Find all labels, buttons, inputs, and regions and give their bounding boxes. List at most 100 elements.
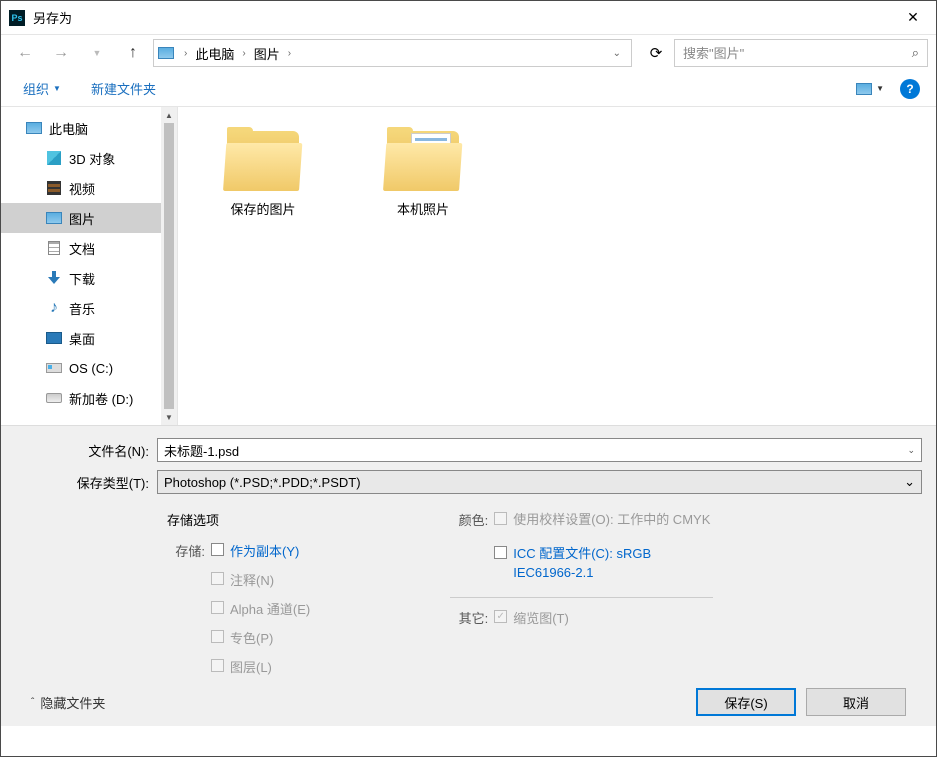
tree-item-desktop[interactable]: 桌面 (1, 323, 177, 353)
titlebar: Ps 另存为 ✕ (1, 1, 936, 35)
tree-item-video[interactable]: 视频 (1, 173, 177, 203)
dl-icon (45, 270, 63, 286)
filename-dropdown-icon[interactable]: ⌄ (907, 445, 915, 456)
tree-item-label: 下载 (69, 269, 95, 288)
drive2-icon (45, 390, 63, 406)
window-title: 另存为 (33, 8, 72, 27)
filetype-select[interactable]: Photoshop (*.PSD;*.PDD;*.PSDT) ⌄ (157, 470, 922, 494)
filetype-dropdown-icon[interactable]: ⌄ (904, 474, 915, 490)
spot-checkbox (211, 630, 224, 643)
scroll-down-icon[interactable]: ▼ (161, 409, 177, 425)
organize-menu[interactable]: 组织▼ (17, 75, 67, 102)
alpha-checkbox (211, 601, 224, 614)
tree-scrollbar[interactable]: ▲ ▼ (161, 107, 177, 425)
photoshop-icon: Ps (9, 10, 25, 26)
thumbnail-label: 缩览图(T) (513, 608, 569, 627)
doc-icon (45, 240, 63, 256)
tree-item-label: OS (C:) (69, 361, 113, 376)
drive-icon (45, 360, 63, 376)
music-icon: ♪ (45, 300, 63, 316)
tree-item-label: 新加卷 (D:) (69, 389, 133, 408)
forward-button[interactable]: → (45, 39, 77, 67)
as-copy-label: 作为副本(Y) (230, 541, 299, 560)
icc-checkbox[interactable] (494, 546, 507, 559)
options-header: 存储选项 (167, 510, 310, 529)
scroll-thumb[interactable] (164, 123, 174, 409)
proof-checkbox (494, 512, 507, 525)
cancel-button[interactable]: 取消 (806, 688, 906, 716)
refresh-button[interactable]: ⟳ (642, 39, 670, 67)
tree-item-3d[interactable]: 3D 对象 (1, 143, 177, 173)
tree-item-doc[interactable]: 文档 (1, 233, 177, 263)
chevron-right-icon[interactable]: › (180, 48, 191, 59)
scroll-up-icon[interactable]: ▲ (161, 107, 177, 123)
up-button[interactable]: ↑ (117, 39, 149, 67)
pc-icon (158, 47, 174, 59)
footer: ˆ 隐藏文件夹 保存(S) 取消 (15, 676, 922, 716)
address-dropdown-icon[interactable]: ⌄ (607, 48, 627, 59)
address-bar[interactable]: › 此电脑 › 图片 › ⌄ (153, 39, 632, 67)
search-input[interactable] (683, 46, 912, 61)
save-options: 存储选项 存储: 作为副本(Y) 注释(N) Alpha 通道(E) 专色(P) (15, 502, 922, 676)
chevron-right-icon[interactable]: › (238, 48, 249, 59)
folder-icon (223, 127, 303, 191)
close-button[interactable]: ✕ (890, 1, 936, 35)
filename-input[interactable]: 未标题-1.psd ⌄ (157, 438, 922, 462)
caret-up-icon: ˆ (31, 697, 34, 708)
layers-checkbox (211, 659, 224, 672)
other-label: 其它: (450, 608, 488, 627)
desktop-icon (45, 330, 63, 346)
proof-label: 使用校样设置(O): 工作中的 CMYK (513, 510, 710, 530)
tree-item-drive[interactable]: OS (C:) (1, 353, 177, 383)
tree-item-label: 此电脑 (49, 119, 88, 138)
filetype-label: 保存类型(T): (15, 473, 157, 492)
view-mode-dropdown[interactable]: ▼ (876, 84, 884, 93)
save-button[interactable]: 保存(S) (696, 688, 796, 716)
hide-folders-toggle[interactable]: ˆ 隐藏文件夹 (31, 693, 105, 712)
tree-item-label: 图片 (69, 209, 95, 228)
tree-item-drive2[interactable]: 新加卷 (D:) (1, 383, 177, 413)
file-list[interactable]: 保存的图片 本机照片 (178, 107, 936, 425)
thumbnail-checkbox: ✓ (494, 610, 507, 623)
tree-item-music[interactable]: ♪音乐 (1, 293, 177, 323)
folder-icon (383, 127, 463, 191)
folder-label: 本机照片 (397, 199, 449, 218)
video-icon (45, 180, 63, 196)
spot-label: 专色(P) (230, 628, 273, 647)
bottom-panel: 文件名(N): 未标题-1.psd ⌄ 保存类型(T): Photoshop (… (1, 425, 936, 726)
main-area: 此电脑 3D 对象视频图片文档下载 ♪音乐桌面 OS (C:) 新加卷 (D:) ▲ ▼… (1, 107, 936, 425)
chevron-right-icon[interactable]: › (284, 48, 295, 59)
pc-icon (25, 120, 43, 136)
folder-label: 保存的图片 (230, 199, 295, 218)
search-box[interactable]: ⌕ (674, 39, 928, 67)
tree-item-pc[interactable]: 此电脑 (1, 113, 177, 143)
icc-label: ICC 配置文件(C): sRGB IEC61966-2.1 (513, 544, 713, 583)
folder-item[interactable]: 保存的图片 (208, 127, 318, 218)
toolbar: 组织▼ 新建文件夹 ▼ ? (1, 71, 936, 107)
view-mode-icon[interactable] (856, 83, 872, 95)
breadcrumb-pictures[interactable]: 图片 (250, 44, 284, 63)
folder-item[interactable]: 本机照片 (368, 127, 478, 218)
color-label: 颜色: (450, 510, 488, 529)
tree-item-pic[interactable]: 图片 (1, 203, 177, 233)
3d-icon (45, 150, 63, 166)
tree-item-label: 视频 (69, 179, 95, 198)
help-button[interactable]: ? (900, 79, 920, 99)
tree-item-label: 桌面 (69, 329, 95, 348)
new-folder-button[interactable]: 新建文件夹 (85, 75, 162, 102)
filename-label: 文件名(N): (15, 441, 157, 460)
folder-tree: 此电脑 3D 对象视频图片文档下载 ♪音乐桌面 OS (C:) 新加卷 (D:) ▲ ▼ (1, 107, 178, 425)
tree-item-label: 3D 对象 (69, 149, 115, 168)
search-icon[interactable]: ⌕ (912, 45, 919, 61)
tree-item-dl[interactable]: 下载 (1, 263, 177, 293)
recent-dropdown[interactable]: ▼ (81, 39, 113, 67)
nav-row: ← → ▼ ↑ › 此电脑 › 图片 › ⌄ ⟳ ⌕ (1, 35, 936, 71)
notes-checkbox (211, 572, 224, 585)
alpha-label: Alpha 通道(E) (230, 599, 310, 618)
save-label: 存储: (167, 541, 205, 560)
as-copy-checkbox[interactable] (211, 543, 224, 556)
breadcrumb-pc[interactable]: 此电脑 (191, 44, 238, 63)
back-button[interactable]: ← (9, 39, 41, 67)
layers-label: 图层(L) (230, 657, 272, 676)
pic-icon (45, 210, 63, 226)
